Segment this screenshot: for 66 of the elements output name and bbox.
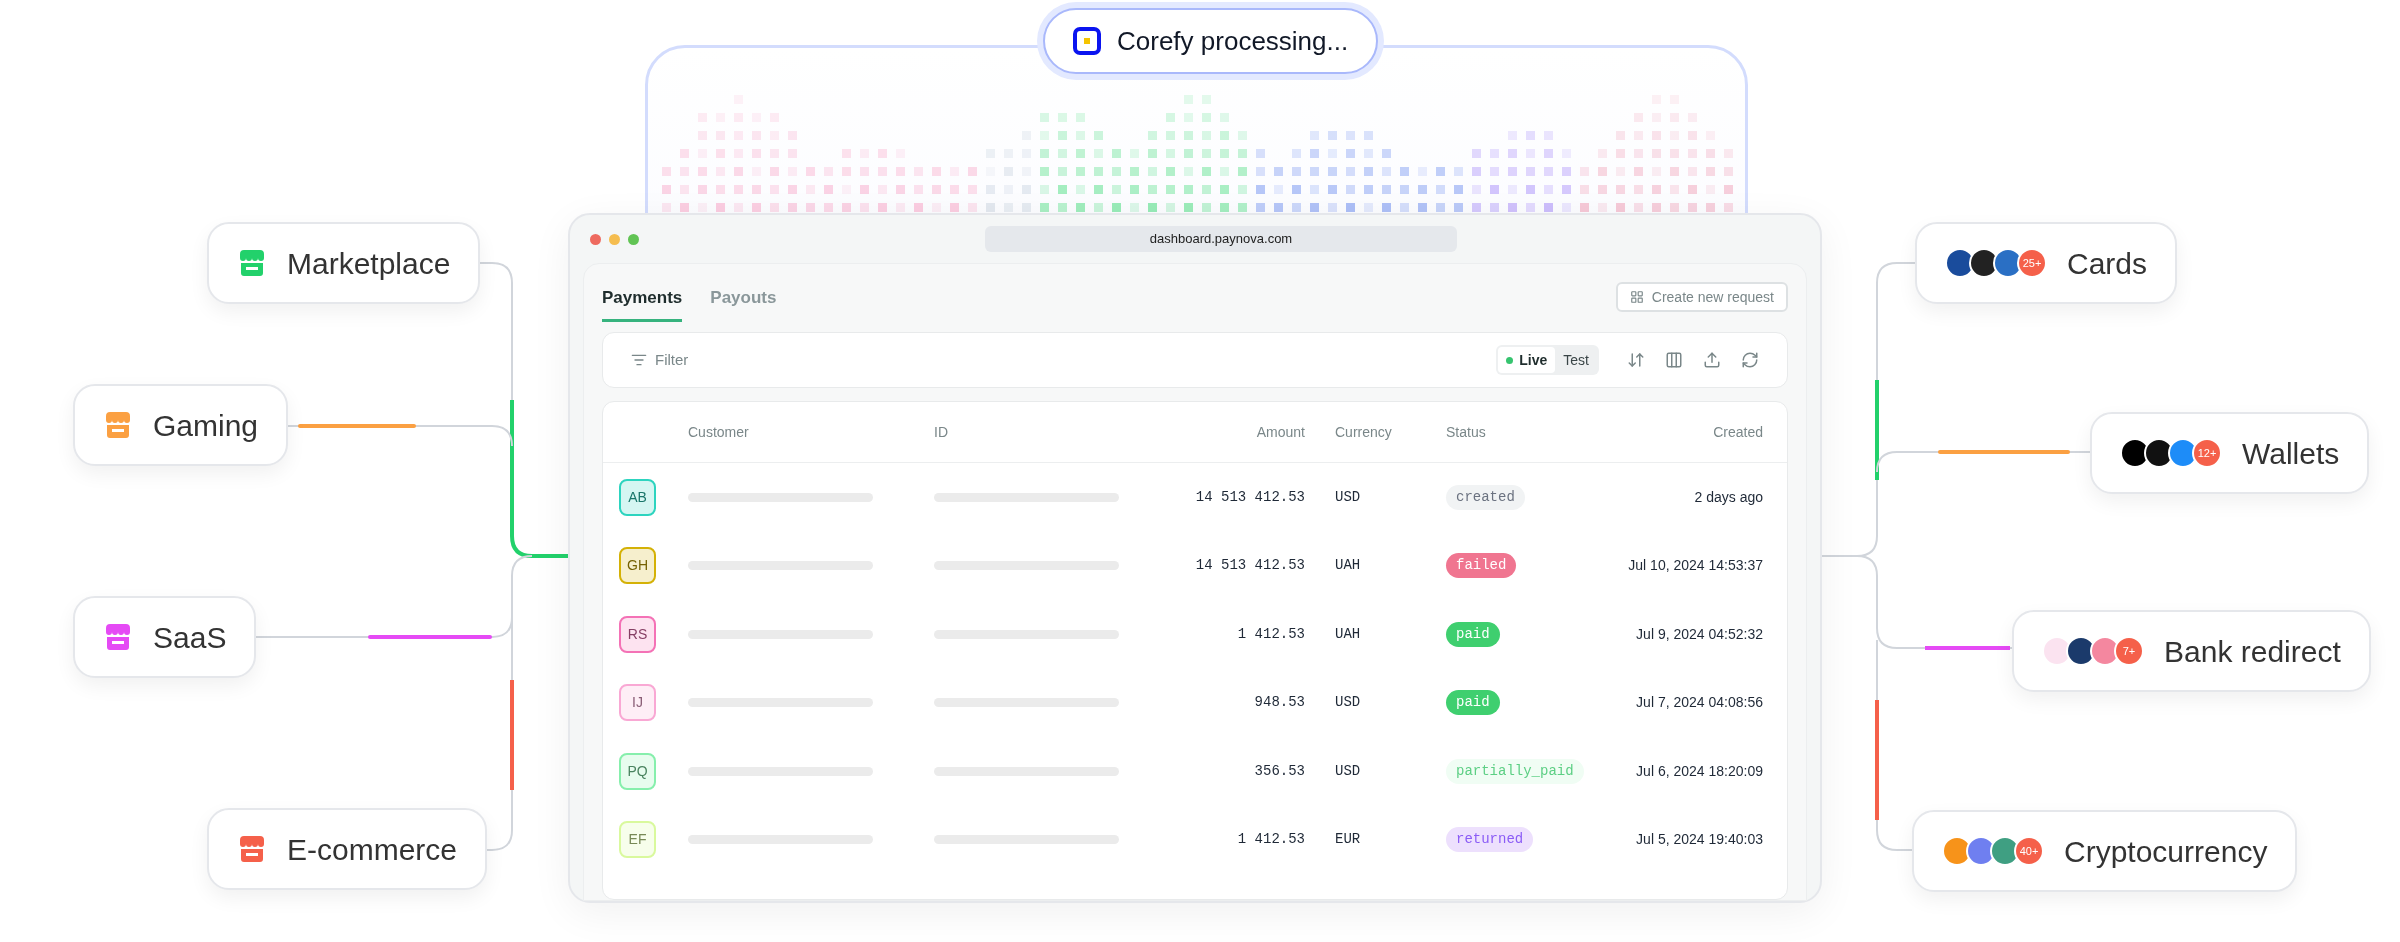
grid-plus-icon (1629, 290, 1644, 304)
created-cell-text: Jul 10, 2024 14:53:37 (1627, 556, 1763, 576)
column-header: Amount (1255, 422, 1305, 442)
status-badge: paid (1446, 621, 1500, 647)
currency-cell-text: UAH (1334, 556, 1362, 576)
customer-avatar: AB (619, 478, 656, 516)
column-header: Customer (688, 422, 750, 442)
status-badge: paid (1446, 690, 1500, 716)
amount-cell-text: 14 513 412.53 (1194, 487, 1305, 507)
count-badge: 40+ (2014, 836, 2044, 866)
export-icon[interactable] (1703, 351, 1721, 369)
amount-cell-text: 948.53 (1253, 693, 1305, 713)
created-cell-text: Jul 6, 2024 18:20:09 (1635, 761, 1763, 781)
created-cell-text: 2 days ago (1693, 487, 1763, 507)
refresh-icon[interactable] (1741, 351, 1759, 369)
created-cell-text: Jul 5, 2024 19:40:03 (1635, 830, 1763, 850)
count-badge: 7+ (2114, 636, 2144, 666)
store-icon (103, 410, 133, 440)
created-cell-text: Jul 9, 2024 04:52:32 (1635, 624, 1763, 644)
column-header: Status (1446, 422, 1487, 442)
customer-avatar: GH (619, 547, 656, 585)
method-label: Cards (2067, 245, 2148, 282)
create-request-button[interactable]: Create new request (1615, 282, 1788, 312)
filter-button[interactable]: Filter (631, 348, 689, 372)
sort-icon[interactable] (1627, 351, 1645, 369)
industry-label: SaaS (153, 619, 227, 656)
amount-cell-text: 356.53 (1253, 761, 1305, 781)
currency-cell-text: UAH (1334, 624, 1362, 644)
address-bar[interactable]: dashboard.paynova.com (985, 226, 1457, 252)
customer-avatar: EF (619, 821, 656, 859)
columns-icon[interactable] (1665, 351, 1683, 369)
column-header: Created (1712, 422, 1763, 442)
industry-label: Gaming (153, 407, 259, 444)
method-label: Cryptocurrency (2064, 833, 2268, 870)
mode-option[interactable]: Live (1498, 347, 1556, 373)
store-icon (103, 622, 133, 652)
industry-label: Marketplace (287, 245, 451, 282)
mode-option[interactable]: Test (1555, 347, 1597, 373)
status-badge: created (1446, 484, 1525, 510)
column-header: ID (934, 422, 949, 442)
amount-cell-text: 1 412.53 (1236, 624, 1305, 644)
currency-cell-text: USD (1334, 487, 1362, 507)
customer-avatar: PQ (619, 752, 656, 790)
status-badge: failed (1446, 553, 1517, 579)
amount-cell-text: 14 513 412.53 (1194, 556, 1305, 576)
amount-cell-text: 1 412.53 (1236, 830, 1305, 850)
currency-cell-text: USD (1334, 761, 1362, 781)
currency-cell-text: USD (1334, 693, 1362, 713)
store-icon (237, 248, 267, 278)
tab[interactable]: Payments (602, 285, 683, 322)
method-label: Wallets (2242, 435, 2340, 472)
column-header: Currency (1334, 422, 1393, 442)
processing-icon (1073, 27, 1101, 55)
count-badge: 12+ (2192, 438, 2222, 468)
currency-cell-text: EUR (1334, 830, 1362, 850)
store-icon (237, 834, 267, 864)
filter-icon (631, 352, 647, 368)
status-badge: partially_paid (1446, 758, 1584, 784)
method-label: Bank redirect (2164, 633, 2341, 670)
customer-avatar: IJ (619, 684, 656, 722)
processing-label: Corefy processing... (1117, 24, 1349, 58)
created-cell-text: Jul 7, 2024 04:08:56 (1635, 693, 1763, 713)
customer-avatar: RS (619, 615, 656, 653)
count-badge: 25+ (2017, 248, 2047, 278)
industry-label: E-commerce (287, 831, 458, 868)
status-badge: returned (1446, 827, 1534, 853)
